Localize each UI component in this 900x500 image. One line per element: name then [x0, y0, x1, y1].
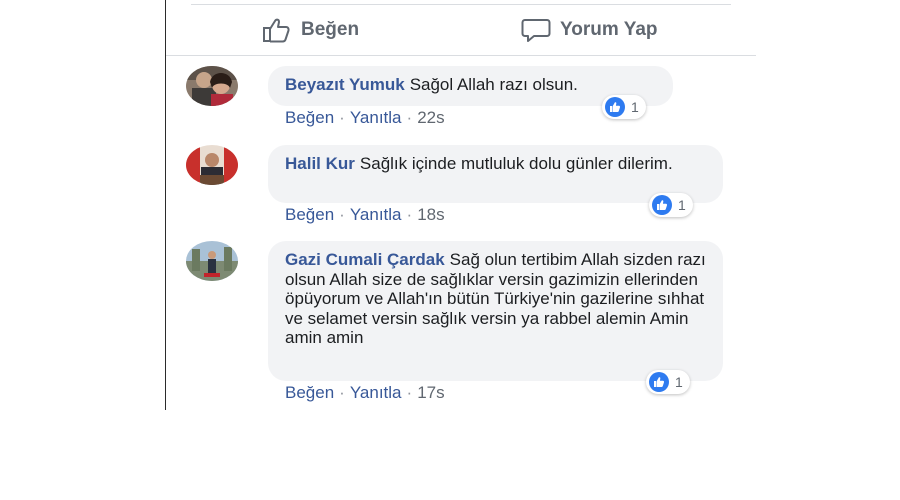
comment-like-link[interactable]: Beğen: [285, 108, 334, 127]
comment-text: Sağol Allah razı olsun.: [409, 75, 578, 94]
reaction-count[interactable]: 1: [646, 370, 690, 394]
comment-like-link[interactable]: Beğen: [285, 383, 334, 402]
reaction-count-value: 1: [675, 374, 683, 390]
comment-like-link[interactable]: Beğen: [285, 205, 334, 224]
comment-reply-link[interactable]: Yanıtla: [350, 205, 402, 224]
thumbs-up-outline-icon: [261, 16, 293, 44]
separator: ·: [406, 383, 413, 402]
comment-author[interactable]: Gazi Cumali Çardak: [285, 250, 445, 269]
comment-button-label: Yorum Yap: [560, 19, 658, 40]
separator: ·: [339, 383, 345, 402]
comment-timestamp[interactable]: 22s: [417, 108, 444, 127]
comment-meta: Beğen · Yanıtla · 18s: [285, 205, 445, 225]
avatar[interactable]: [186, 145, 238, 185]
comment-author[interactable]: Halil Kur: [285, 154, 355, 173]
reaction-count[interactable]: 1: [649, 193, 693, 217]
comment-button[interactable]: Yorum Yap: [520, 14, 658, 46]
like-reaction-icon: [649, 372, 669, 392]
reaction-count-value: 1: [631, 99, 639, 115]
top-divider: [191, 4, 731, 5]
separator: ·: [339, 108, 345, 127]
like-reaction-icon: [652, 195, 672, 215]
separator: ·: [406, 205, 413, 224]
comment-bubble: Gazi Cumali Çardak Sağ olun tertibim Alla…: [268, 241, 723, 381]
avatar[interactable]: [186, 241, 238, 281]
separator: ·: [406, 108, 413, 127]
comment-timestamp[interactable]: 18s: [417, 205, 444, 224]
like-button-label: Beğen: [301, 19, 360, 40]
speech-bubble-icon: [520, 16, 552, 44]
action-bar-divider: [166, 55, 756, 56]
post-action-bar: Beğen Yorum Yap: [166, 6, 756, 54]
comment-text: Sağlık içinde mutluluk dolu günler diler…: [359, 154, 673, 173]
comment-author[interactable]: Beyazıt Yumuk: [285, 75, 405, 94]
reaction-count-value: 1: [678, 197, 686, 213]
comments-panel: Beğen Yorum Yap Beyazıt Yumuk Sağol Alla…: [165, 0, 756, 410]
comment-meta: Beğen · Yanıtla · 22s: [285, 108, 445, 128]
like-reaction-icon: [605, 97, 625, 117]
comment-meta: Beğen · Yanıtla · 17s: [285, 383, 445, 403]
comment-reply-link[interactable]: Yanıtla: [350, 383, 402, 402]
avatar[interactable]: [186, 66, 238, 106]
comment-timestamp[interactable]: 17s: [417, 383, 444, 402]
comment-reply-link[interactable]: Yanıtla: [350, 108, 402, 127]
separator: ·: [339, 205, 345, 224]
like-button[interactable]: Beğen: [261, 14, 359, 46]
reaction-count[interactable]: 1: [602, 95, 646, 119]
